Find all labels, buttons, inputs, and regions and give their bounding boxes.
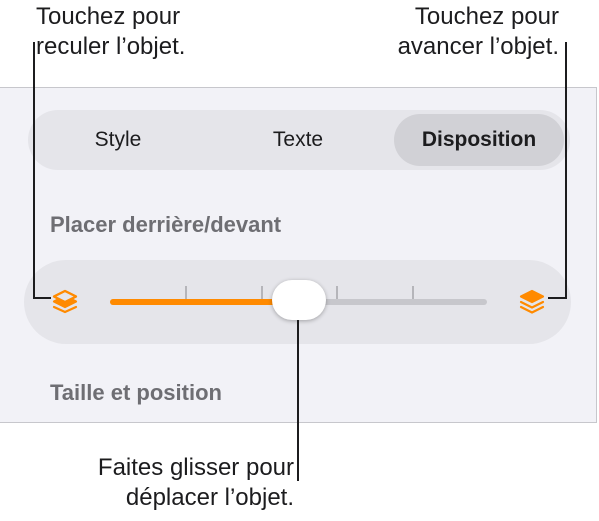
callout-text: Touchez pour xyxy=(414,3,559,30)
slider-fill xyxy=(110,299,299,305)
callout-bring-forward: Touchez pour avancer l’objet. xyxy=(398,2,559,62)
tab-disposition[interactable]: Disposition xyxy=(394,114,564,166)
layers-front-icon[interactable] xyxy=(517,286,547,318)
leader-line-left xyxy=(33,42,35,299)
slider-tick xyxy=(260,286,263,299)
leader-line-right xyxy=(565,42,567,299)
callout-text: déplacer l’objet. xyxy=(125,484,294,511)
leader-line-bottom xyxy=(297,320,299,481)
callout-text: Touchez pour xyxy=(36,3,181,30)
callout-text: avancer l’objet. xyxy=(397,33,559,60)
tab-style[interactable]: Style xyxy=(38,114,198,166)
callout-text: Faites glisser pour xyxy=(97,454,294,481)
leader-line-left-hook xyxy=(33,297,51,299)
leader-line-right-hook xyxy=(548,297,567,299)
section-title-arrange: Placer derrière/devant xyxy=(50,212,282,237)
tab-texte[interactable]: Texte xyxy=(218,114,378,166)
slider-tick xyxy=(411,286,414,299)
tab-bar: Style Texte Disposition xyxy=(28,110,570,170)
layers-back-icon[interactable] xyxy=(50,286,80,318)
arrange-slider[interactable] xyxy=(110,280,487,320)
slider-thumb[interactable] xyxy=(271,280,326,320)
callout-send-backward: Touchez pour reculer l’objet. xyxy=(36,2,185,62)
callout-drag-slider: Faites glisser pour déplacer l’objet. xyxy=(98,453,294,513)
slider-tick xyxy=(185,286,188,299)
slider-tick xyxy=(336,286,339,299)
section-title-size: Taille et position xyxy=(50,380,222,405)
callout-text: reculer l’objet. xyxy=(36,33,186,60)
